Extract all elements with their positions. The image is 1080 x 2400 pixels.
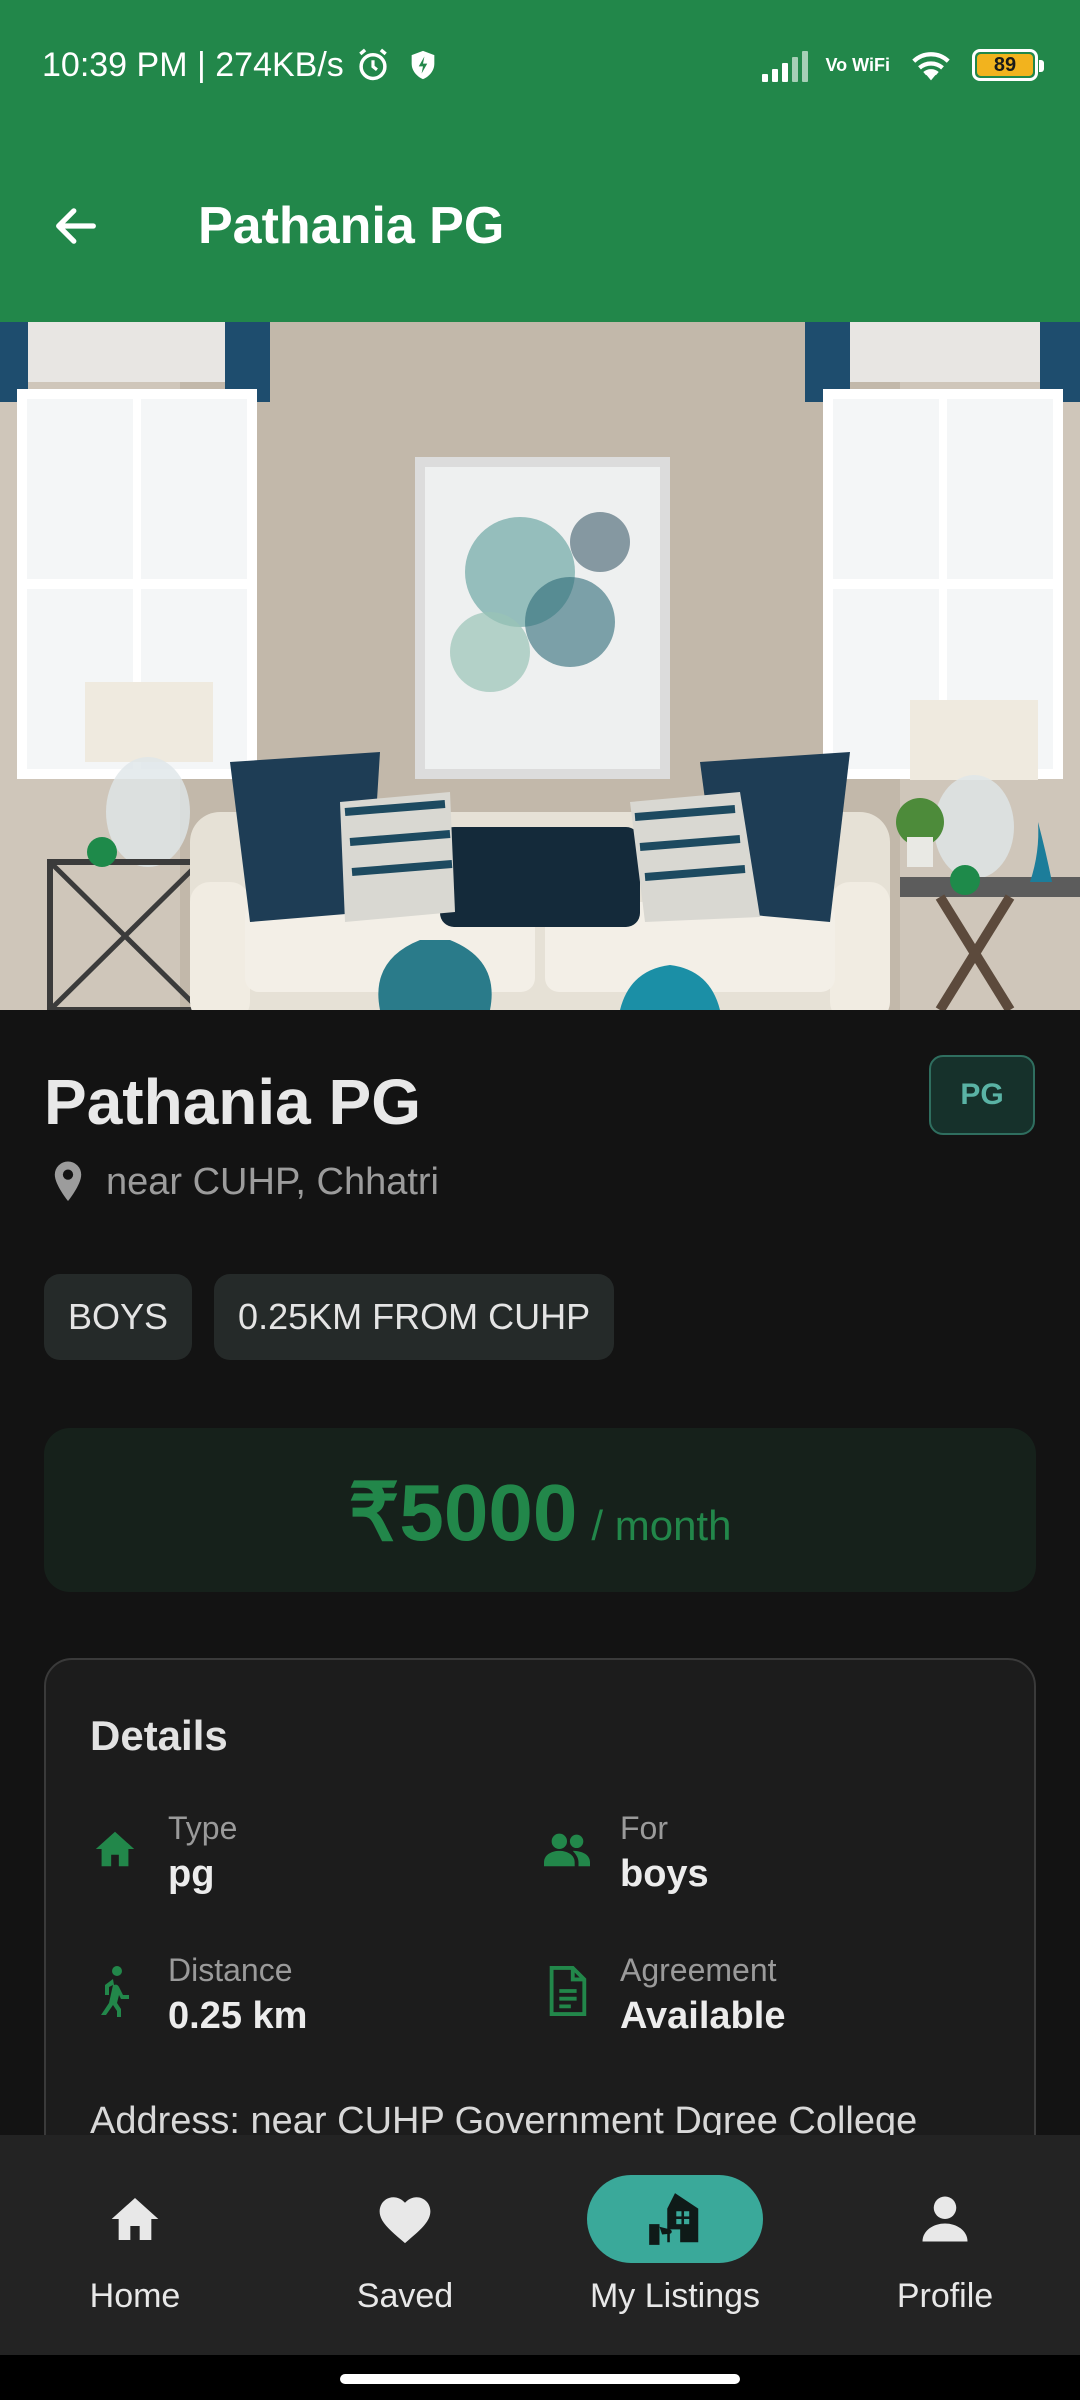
- status-time: 10:39 PM | 274KB/s: [42, 45, 344, 84]
- nav-label: Home: [89, 2277, 181, 2315]
- back-button[interactable]: [26, 176, 126, 276]
- nav-label: My Listings: [589, 2277, 761, 2315]
- alarm-icon: [359, 48, 387, 81]
- nav-profile[interactable]: Profile: [810, 2135, 1080, 2355]
- heart-icon: [379, 2197, 431, 2244]
- home-gesture-bar[interactable]: [340, 2374, 740, 2384]
- detail-agreement: Agreement Available: [542, 1952, 785, 2038]
- wifi-icon: [912, 52, 950, 81]
- listing-title: Pathania PG: [44, 1066, 421, 1138]
- nav-saved[interactable]: Saved: [270, 2135, 540, 2355]
- details-card: Details Type pg For boys Distance 0.25 k…: [44, 1658, 1036, 2135]
- home-icon: [111, 2198, 159, 2240]
- type-badge: PG: [929, 1055, 1035, 1135]
- arrow-back-icon: [56, 208, 96, 244]
- home-icon: [90, 1824, 140, 1874]
- details-title: Details: [90, 1712, 228, 1759]
- detail-value: Available: [620, 1995, 786, 2037]
- price-box: ₹5000 / month: [44, 1428, 1036, 1592]
- battery-icon: 89: [972, 49, 1044, 81]
- detail-value: pg: [168, 1853, 215, 1895]
- cell-signal-icon: [761, 48, 808, 82]
- nav-label: Profile: [896, 2277, 994, 2315]
- distance-chip: 0.25KM FROM CUHP: [214, 1274, 615, 1360]
- document-icon: [542, 1966, 592, 2016]
- vowifi-label: Vo WiFi: [825, 55, 891, 75]
- nav-home[interactable]: Home: [0, 2135, 270, 2355]
- app-bar: Pathania PG: [0, 130, 1080, 322]
- detail-distance: Distance 0.25 km: [90, 1952, 307, 2038]
- listing-content: Pathania PG PG near CUHP, Chhatri BOYS 0…: [0, 1010, 1080, 2135]
- people-icon: [542, 1824, 592, 1874]
- shield-bolt-icon: [411, 50, 435, 80]
- nav-my-listings[interactable]: My Listings: [540, 2135, 810, 2355]
- location-row: near CUHP, Chhatri: [50, 1160, 439, 1204]
- address-text: Address: near CUHP Government Dgree Coll…: [90, 2100, 918, 2135]
- detail-label: Agreement: [620, 1952, 777, 1988]
- detail-label: Type: [168, 1810, 238, 1846]
- walk-icon: [90, 1966, 140, 2017]
- detail-label: For: [620, 1810, 668, 1846]
- location-text: near CUHP, Chhatri: [106, 1160, 440, 1203]
- detail-label: Distance: [168, 1952, 293, 1988]
- price-amount: ₹5000: [348, 1468, 578, 1557]
- listing-photo[interactable]: [0, 322, 1080, 1010]
- price-period: / month: [591, 1502, 732, 1549]
- listings-icon: [649, 2193, 699, 2245]
- bottom-navigation: Home Saved My Listings Profile: [0, 2135, 1080, 2355]
- detail-type: Type pg: [90, 1810, 237, 1896]
- person-icon: [922, 2196, 968, 2242]
- nav-label: Saved: [356, 2277, 454, 2315]
- detail-for: For boys: [542, 1810, 709, 1896]
- location-pin-icon: [54, 1161, 82, 1202]
- gender-chip: BOYS: [44, 1274, 193, 1360]
- detail-value: boys: [620, 1853, 709, 1895]
- status-bar: 10:39 PM | 274KB/s Vo WiFi 89: [0, 0, 1080, 130]
- detail-value: 0.25 km: [168, 1995, 308, 2037]
- tag-chips: BOYS 0.25KM FROM CUHP: [44, 1274, 615, 1360]
- battery-level: 89: [977, 54, 1033, 76]
- page-title: Pathania PG: [198, 197, 505, 255]
